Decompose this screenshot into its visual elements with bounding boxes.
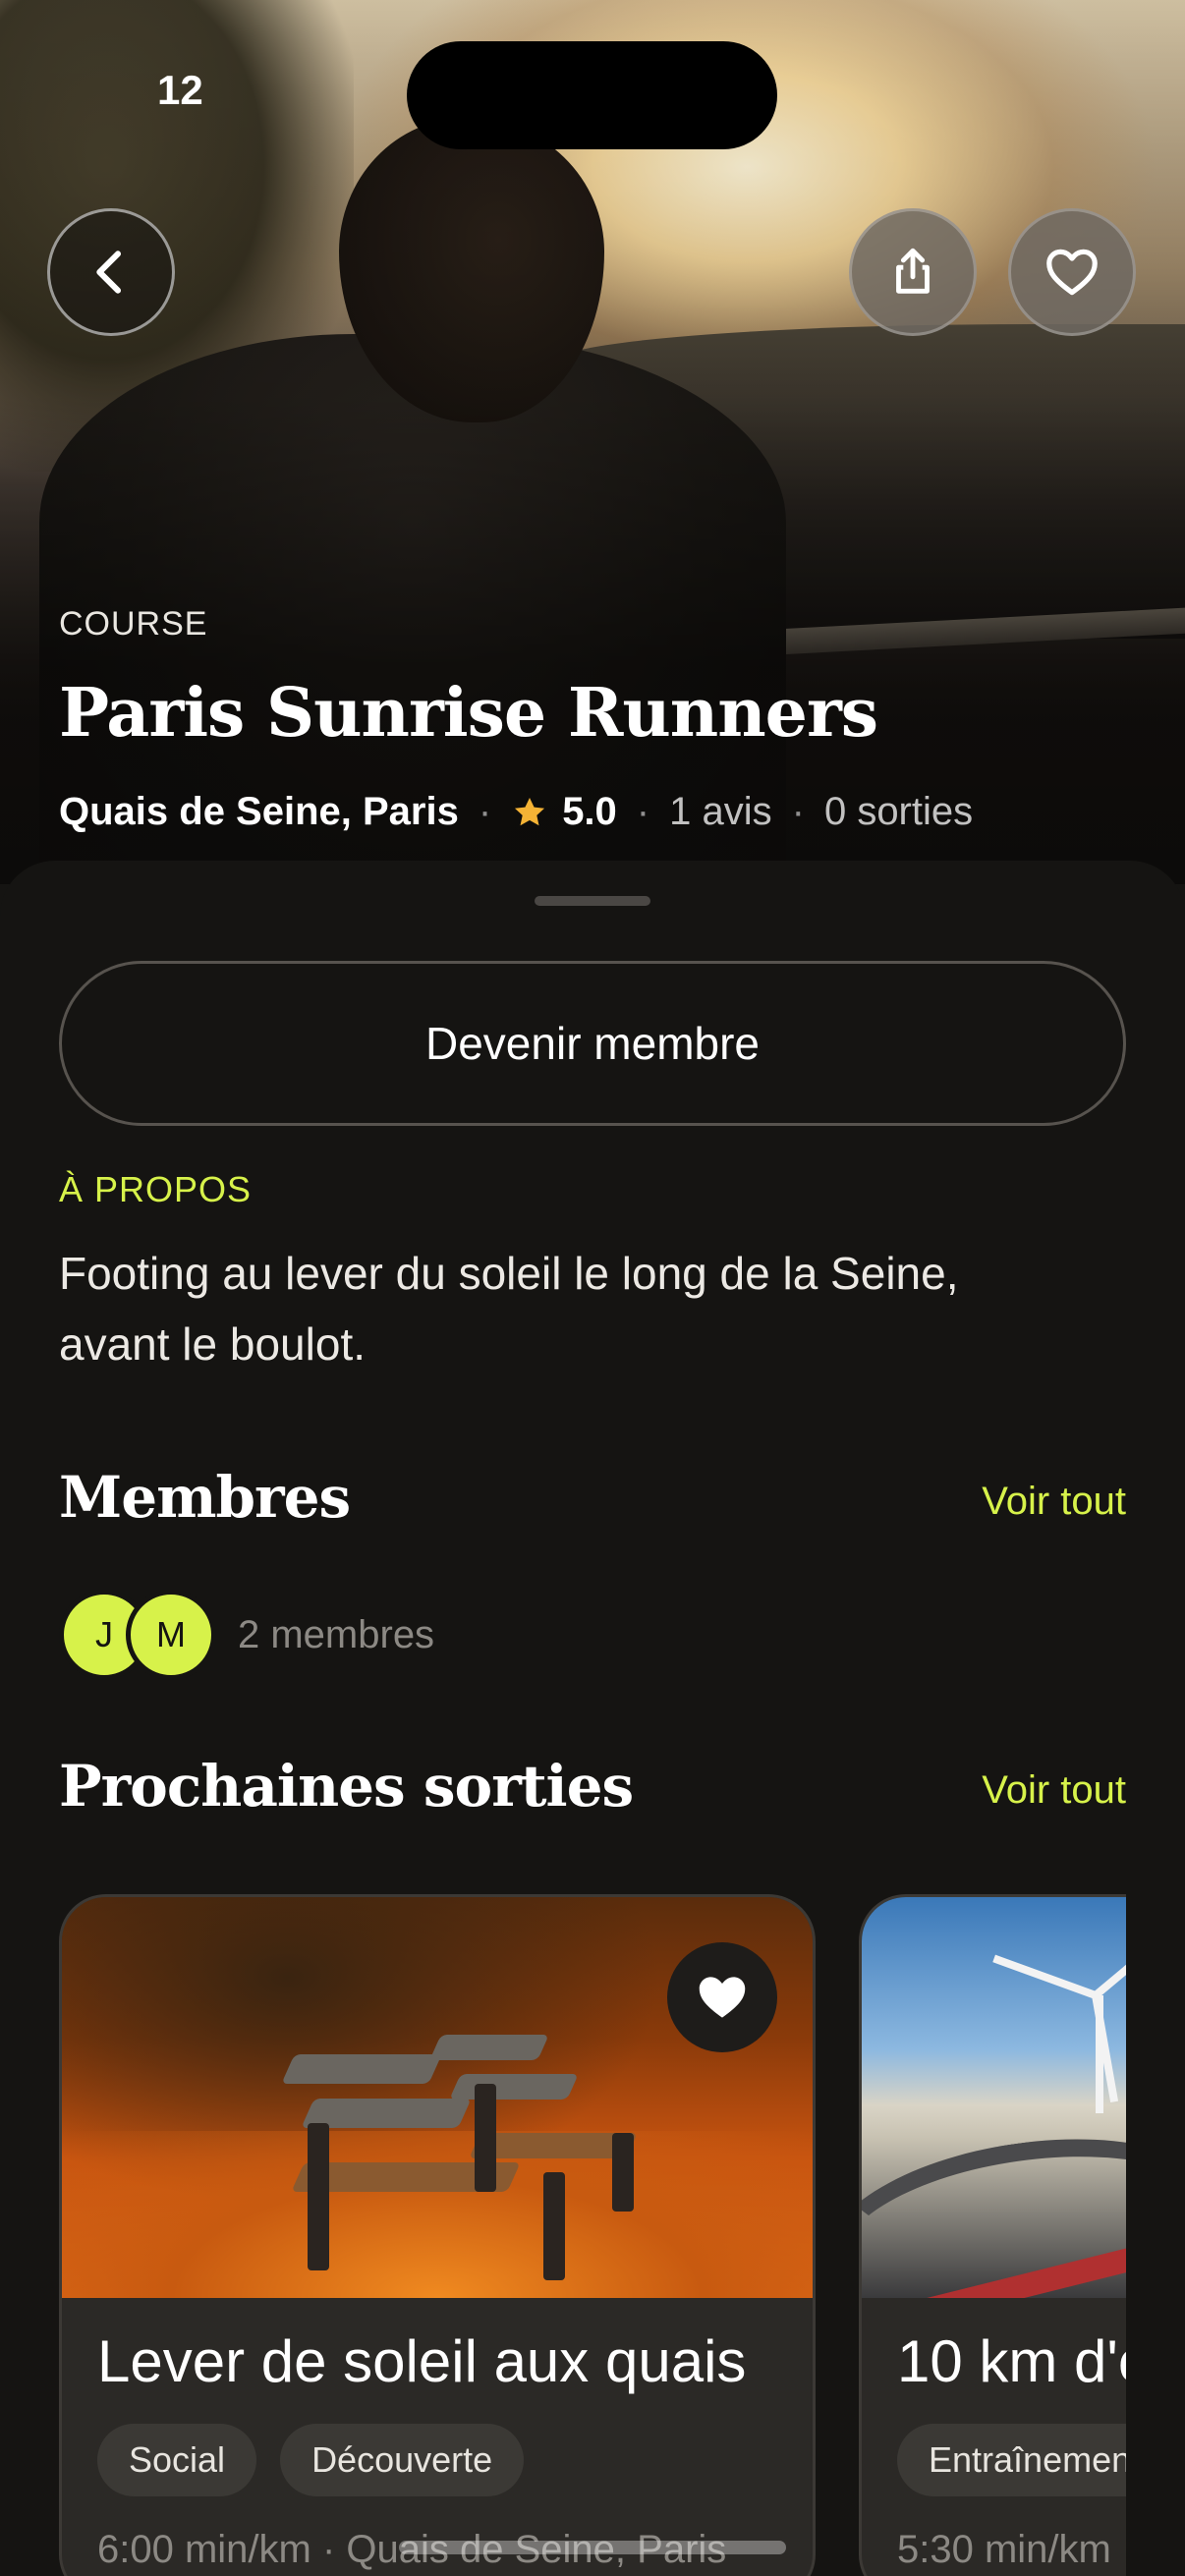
outing-card[interactable]: 10 km d'e Entraînemen 5:30 min/km: [859, 1894, 1126, 2576]
outings-title: Prochaines sorties: [59, 1753, 634, 1820]
members-avatars[interactable]: J M 2 membres: [59, 1590, 434, 1680]
outing-image: [862, 1897, 1126, 2298]
club-rating: 5.0: [562, 790, 617, 833]
members-count: 2 membres: [238, 1612, 435, 1656]
club-outings-count: 0 sorties: [823, 790, 974, 833]
back-button[interactable]: [47, 208, 175, 336]
star-icon: [515, 797, 545, 825]
content-sheet: Devenir membre À PROPOS Footing au lever…: [0, 861, 1185, 2576]
heart-icon: [699, 1977, 746, 2018]
about-text: Footing au lever du soleil le long de la…: [59, 1248, 959, 1370]
members-title: Membres: [59, 1464, 351, 1531]
separator: ·: [791, 790, 805, 833]
share-icon: [896, 248, 930, 294]
outing-title: Lever de soleil aux quais: [97, 2328, 747, 2394]
join-club-button[interactable]: Devenir membre: [59, 961, 1126, 1126]
outing-tags: Entraînemen: [897, 2424, 1126, 2496]
outing-title: 10 km d'e: [897, 2328, 1126, 2394]
dynamic-island: [407, 41, 777, 149]
chevron-left-icon: [96, 251, 122, 294]
club-meta: Quais de Seine, Paris · 5.0 · 1 avis · 0…: [59, 790, 973, 834]
favorite-button[interactable]: [1008, 208, 1136, 336]
outings-see-all-link[interactable]: Voir tout: [982, 1768, 1126, 1813]
club-title: Paris Sunrise Runners: [59, 674, 878, 753]
outing-card[interactable]: Lever de soleil aux quais Social Découve…: [59, 1894, 816, 2576]
outing-meta: 5:30 min/km: [897, 2528, 1111, 2571]
separator: ·: [478, 790, 492, 833]
tag-chip: Découverte: [280, 2424, 525, 2496]
avatar[interactable]: M: [126, 1590, 216, 1680]
tag-chip: Entraînemen: [897, 2424, 1126, 2496]
club-category: COURSE: [59, 605, 208, 643]
sheet-grabber[interactable]: [535, 896, 650, 906]
share-button[interactable]: [849, 208, 977, 336]
home-indicator[interactable]: [399, 2541, 786, 2554]
heart-icon: [1046, 249, 1098, 296]
outing-favorite-button[interactable]: [667, 1942, 777, 2052]
screen: 12 COURSE Paris Sunrise Runners Quais de…: [0, 0, 1185, 2576]
club-reviews[interactable]: 1 avis: [669, 790, 772, 834]
about-label: À PROPOS: [59, 1169, 253, 1209]
status-time: 12: [157, 67, 203, 113]
separator: ·: [636, 790, 650, 833]
members-see-all-link[interactable]: Voir tout: [982, 1480, 1126, 1524]
outing-tags: Social Découverte: [97, 2424, 525, 2496]
outings-carousel[interactable]: Lever de soleil aux quais Social Découve…: [59, 1894, 1126, 2576]
tag-chip: Social: [97, 2424, 257, 2496]
club-location: Quais de Seine, Paris: [59, 790, 459, 833]
